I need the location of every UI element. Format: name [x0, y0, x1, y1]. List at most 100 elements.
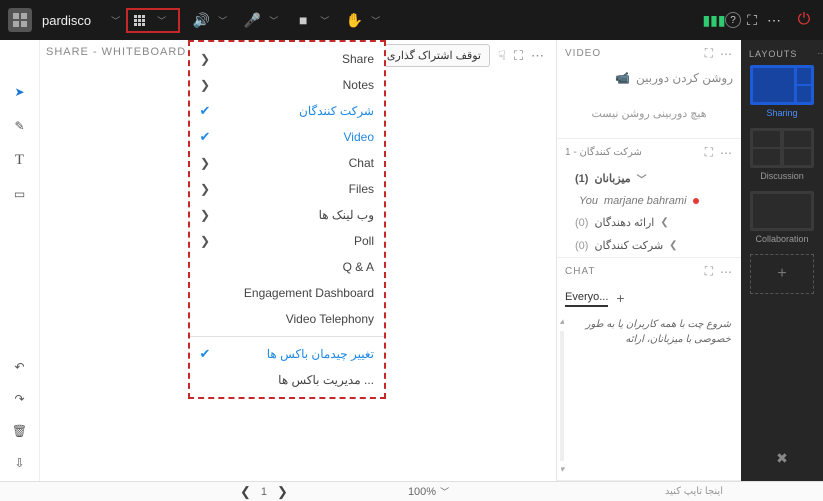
dd-weblinks[interactable]: ❯ وب لینک ها [190, 202, 384, 228]
layout-discussion-label[interactable]: Discussion [760, 171, 804, 181]
participants-title: شرکت کنندگان - 1 [565, 147, 699, 158]
maximize-icon[interactable]: ⛶ [514, 48, 523, 64]
chat-tab-everyone[interactable]: Everyo... [565, 289, 608, 307]
trash-icon[interactable]: 🗑 [10, 421, 30, 441]
layout-collaboration-thumb[interactable] [750, 191, 814, 231]
hosts-row[interactable]: ﹀ میزبانان (1) [557, 166, 741, 191]
layouts-settings-icon[interactable]: ✖ [768, 442, 796, 475]
user-name: marjane bahrami [604, 195, 687, 207]
maximize-icon[interactable]: ⛶ [705, 46, 714, 61]
turn-on-camera-button[interactable]: 📹 روشن کردن دوربین [557, 67, 741, 89]
status-bar: ❮ 1 ❯ 100% ﹀ اینجا تایپ کنید [0, 481, 823, 501]
dd-poll[interactable]: ❯Poll [190, 228, 384, 254]
camera-icon[interactable]: ■ [292, 12, 314, 28]
brand-chevron-icon[interactable]: ﹀ [111, 14, 120, 27]
presenters-label: ارائه دهندگان [594, 216, 654, 229]
dd-chat[interactable]: ❯Chat [190, 150, 384, 176]
share-more-icon[interactable]: ⋯ [531, 48, 544, 64]
pods-menu-button[interactable]: ﹀ [126, 8, 180, 33]
mic-icon[interactable]: 🎤 [241, 12, 263, 29]
check-icon: ✔ [198, 346, 212, 362]
speaker-icon[interactable]: 🔊 [190, 12, 212, 29]
grid-icon [134, 15, 145, 26]
dd-engagement[interactable]: ❯Engagement Dashboard [190, 280, 384, 306]
page-number: 1 [261, 486, 267, 498]
speaker-chevron-icon[interactable]: ﹀ [218, 14, 227, 27]
fullscreen-icon[interactable]: ⛶ [741, 12, 763, 29]
more-icon[interactable]: ⋯ [720, 146, 733, 160]
dd-participants[interactable]: ✔ شرکت کنندگان [190, 98, 384, 124]
dd-notes[interactable]: ❯Notes [190, 72, 384, 98]
chevron-right-icon: ❯ [198, 208, 212, 222]
maximize-icon[interactable]: ⛶ [705, 264, 714, 279]
whiteboard-title: SHARE - WHITEBOARD [46, 46, 186, 58]
dd-files[interactable]: ❯Files [190, 176, 384, 202]
stop-sharing-button[interactable]: توقف اشتراک گذاری [378, 44, 490, 67]
more-icon[interactable]: ⋯ [763, 12, 785, 29]
chat-panel: CHAT ⛶ ⋯ Everyo... + شروع چت با همه کارب… [557, 258, 741, 481]
dd-telephony[interactable]: ❯Video Telephony [190, 306, 384, 332]
signal-icon[interactable]: ▮▮▮ [703, 12, 725, 29]
dd-share[interactable]: ❯Share [190, 46, 384, 72]
help-icon[interactable]: ? [725, 12, 741, 28]
chat-title: CHAT [565, 266, 699, 277]
whiteboard-area[interactable]: SHARE - WHITEBOARD توقف اشتراک گذاری ☟ ⛶… [40, 40, 556, 481]
dd-label: Share [222, 52, 374, 66]
maximize-icon[interactable]: ⛶ [705, 145, 714, 160]
dd-label: Files [222, 182, 374, 196]
dd-label: مدیریت باکس ها ... [222, 373, 374, 387]
add-layout-button[interactable]: + [750, 254, 814, 294]
pointer-tool[interactable]: ➤ [10, 82, 30, 102]
hosts-label: میزبانان [594, 172, 630, 185]
dd-label: Engagement Dashboard [222, 286, 374, 300]
chevron-down-icon: ﹀ [637, 171, 647, 186]
pencil-tool[interactable]: ✎ [10, 116, 30, 136]
more-icon[interactable]: ⋯ [720, 47, 733, 61]
power-icon[interactable]: ⏻ [793, 11, 815, 29]
mic-chevron-icon[interactable]: ﹀ [269, 14, 278, 27]
hand-chevron-icon[interactable]: ﹀ [371, 14, 380, 27]
next-page-button[interactable]: ❯ [277, 484, 288, 500]
dd-label: Poll [222, 234, 374, 248]
more-icon[interactable]: ⋯ [720, 265, 733, 279]
participants-row[interactable]: ❯ شرکت کنندگان (0) [557, 234, 741, 257]
dd-video[interactable]: ✔Video [190, 124, 384, 150]
undo-icon[interactable]: ↶ [10, 357, 30, 377]
whiteboard-tools: ➤ ✎ T ▭ ↶ ↷ 🗑 ⇩ [0, 40, 40, 481]
redo-icon[interactable]: ↷ [10, 389, 30, 409]
pointer-icon[interactable]: ☟ [498, 48, 506, 64]
user-you: You [579, 195, 598, 207]
export-icon[interactable]: ⇩ [10, 453, 30, 473]
type-here-hint[interactable]: اینجا تایپ کنید [665, 486, 723, 497]
video-panel: VIDEO ⛶ ⋯ 📹 روشن کردن دوربین هیچ دوربینی… [557, 40, 741, 139]
text-tool[interactable]: T [10, 150, 30, 170]
camera-chevron-icon[interactable]: ﹀ [320, 14, 329, 27]
dd-manage-pods[interactable]: ❯مدیریت باکس ها ... [190, 367, 384, 393]
dd-label: شرکت کنندگان [222, 104, 374, 118]
layout-sharing-label[interactable]: Sharing [766, 108, 797, 118]
presenters-row[interactable]: ❯ ارائه دهندگان (0) [557, 211, 741, 234]
zoom-value[interactable]: 100% [408, 486, 436, 498]
zoom-chevron-icon[interactable]: ﹀ [440, 485, 449, 498]
chat-add-tab[interactable]: + [616, 290, 624, 306]
app-logo[interactable] [8, 8, 32, 32]
layout-sharing-thumb[interactable] [750, 65, 814, 105]
dd-change-layout[interactable]: ✔تغییر چیدمان باکس ها [190, 341, 384, 367]
dd-qa[interactable]: ❯Q & A [190, 254, 384, 280]
camera-icon: 📹 [615, 71, 630, 85]
brand-name[interactable]: pardisco [42, 13, 91, 28]
dd-label: وب لینک ها [222, 208, 374, 222]
layouts-title: LAYOUTS [749, 49, 797, 59]
layout-collaboration-label[interactable]: Collaboration [755, 234, 808, 244]
hand-icon[interactable]: ✋ [343, 12, 365, 29]
prev-page-button[interactable]: ❮ [240, 484, 251, 500]
check-icon: ✔ [198, 103, 212, 119]
chevron-right-icon: ❯ [669, 240, 677, 251]
participants-label: شرکت کنندگان [594, 239, 663, 252]
rectangle-tool[interactable]: ▭ [10, 184, 30, 204]
participant-user[interactable]: marjane bahrami You [557, 191, 741, 211]
layout-discussion-thumb[interactable] [750, 128, 814, 168]
dd-label: Chat [222, 156, 374, 170]
chat-scrollbar[interactable]: ▴▾ [559, 315, 565, 476]
layouts-more-icon[interactable]: ⋯ [817, 48, 823, 59]
